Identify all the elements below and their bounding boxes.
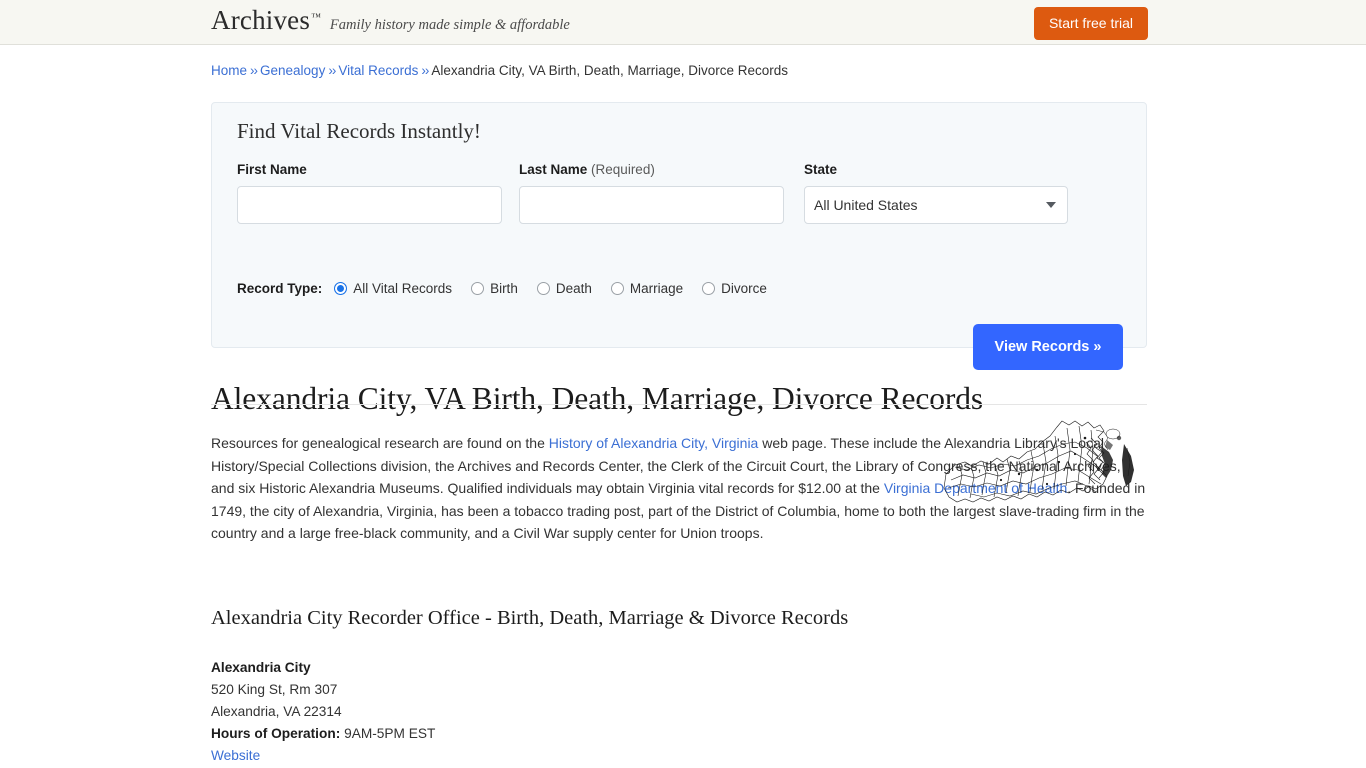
brand-name: Archives bbox=[211, 5, 311, 35]
last-name-label: Last Name (Required) bbox=[519, 163, 784, 177]
office-hours-label: Hours of Operation: bbox=[211, 726, 341, 741]
state-field-group: State All United States bbox=[804, 163, 1068, 224]
radio-icon-all-vital-records[interactable] bbox=[334, 282, 348, 296]
intro-paragraph: Resources for genealogical research are … bbox=[211, 432, 1147, 545]
intro-text-part1: Resources for genealogical research are … bbox=[211, 435, 549, 451]
breadcrumb-separator: ›› bbox=[328, 63, 336, 78]
view-records-button[interactable]: View Records » bbox=[973, 324, 1123, 370]
header-inner: Archives ™ Family history made simple & … bbox=[0, 0, 1366, 45]
office-website-row: Website bbox=[211, 745, 435, 767]
brand-tagline: Family history made simple & affordable bbox=[329, 17, 570, 33]
first-name-input[interactable] bbox=[237, 185, 502, 224]
recorder-office-section-title: Alexandria City Recorder Office - Birth,… bbox=[211, 607, 849, 629]
breadcrumb-item-vital-records[interactable]: Vital Records bbox=[338, 63, 418, 78]
record-type-option-label: Death bbox=[555, 281, 592, 296]
state-select-wrapper: All United States bbox=[804, 185, 1068, 224]
record-type-option-all-vital-records[interactable]: All Vital Records bbox=[334, 282, 452, 296]
record-type-option-birth[interactable]: Birth bbox=[471, 282, 518, 296]
breadcrumb: Home ›› Genealogy ›› Vital Records ›› Alexandr… bbox=[211, 64, 788, 78]
record-type-option-divorce[interactable]: Divorce bbox=[702, 282, 767, 296]
record-type-option-marriage[interactable]: Marriage bbox=[610, 281, 684, 296]
record-type-option-label: Birth bbox=[490, 281, 518, 296]
recorder-office-details: Alexandria City 520 King St, Rm 307 Alex… bbox=[211, 657, 435, 767]
last-name-field-group: Last Name (Required) bbox=[519, 163, 784, 224]
site-header: Archives ™ Family history made simple & … bbox=[0, 0, 1366, 45]
vital-records-search-panel: Find Vital Records Instantly! First Name… bbox=[211, 102, 1147, 370]
radio-icon-marriage[interactable] bbox=[610, 282, 624, 296]
first-name-field-group: First Name bbox=[237, 163, 502, 224]
radio-icon-birth[interactable] bbox=[471, 282, 485, 296]
radio-icon-divorce[interactable] bbox=[702, 282, 716, 296]
state-label: State bbox=[804, 162, 838, 177]
state-select[interactable]: All United States bbox=[804, 185, 1068, 224]
search-panel-title: Find Vital Records Instantly! bbox=[237, 119, 481, 143]
page-title: Alexandria City, VA Birth, Death, Marria… bbox=[211, 381, 984, 417]
breadcrumb-item-genealogy[interactable]: Genealogy bbox=[260, 63, 325, 78]
start-free-trial-button[interactable]: Start free trial bbox=[1033, 7, 1148, 40]
record-type-option-label: Divorce bbox=[721, 281, 767, 296]
record-type-option-death[interactable]: Death bbox=[536, 281, 592, 296]
breadcrumb-separator: ›› bbox=[250, 63, 258, 78]
site-logo[interactable]: Archives ™ Family history made simple & … bbox=[211, 7, 570, 34]
breadcrumb-separator: ›› bbox=[421, 63, 429, 78]
breadcrumb-current-page: Alexandria City, VA Birth, Death, Marria… bbox=[431, 63, 789, 78]
last-name-label-text: Last Name bbox=[519, 162, 588, 177]
record-type-option-label: All Vital Records bbox=[353, 281, 453, 296]
first-name-label: First Name bbox=[237, 162, 307, 177]
office-hours-value: 9AM-5PM EST bbox=[344, 726, 436, 741]
title-divider bbox=[211, 404, 1147, 405]
office-address-line-2: Alexandria, VA 22314 bbox=[211, 704, 342, 719]
radio-icon-death[interactable] bbox=[536, 282, 550, 296]
virginia-dept-of-health-link[interactable]: Virginia Department of Health bbox=[884, 480, 1067, 496]
office-name: Alexandria City bbox=[211, 660, 311, 675]
office-address-line-1: 520 King St, Rm 307 bbox=[211, 682, 338, 697]
office-hours-row: Hours of Operation: 9AM-5PM EST bbox=[211, 723, 435, 745]
record-type-label: Record Type: bbox=[237, 281, 323, 296]
trademark-symbol: ™ bbox=[311, 12, 321, 23]
office-website-link[interactable]: Website bbox=[211, 748, 260, 763]
history-of-alexandria-link[interactable]: History of Alexandria City, Virginia bbox=[549, 435, 759, 451]
last-name-required-note: (Required) bbox=[591, 162, 655, 177]
last-name-input[interactable] bbox=[519, 185, 784, 224]
record-type-row: Record Type: All Vital Records Birth Dea… bbox=[237, 282, 786, 296]
record-type-option-label: Marriage bbox=[629, 281, 684, 296]
breadcrumb-item-home[interactable]: Home bbox=[211, 63, 247, 78]
